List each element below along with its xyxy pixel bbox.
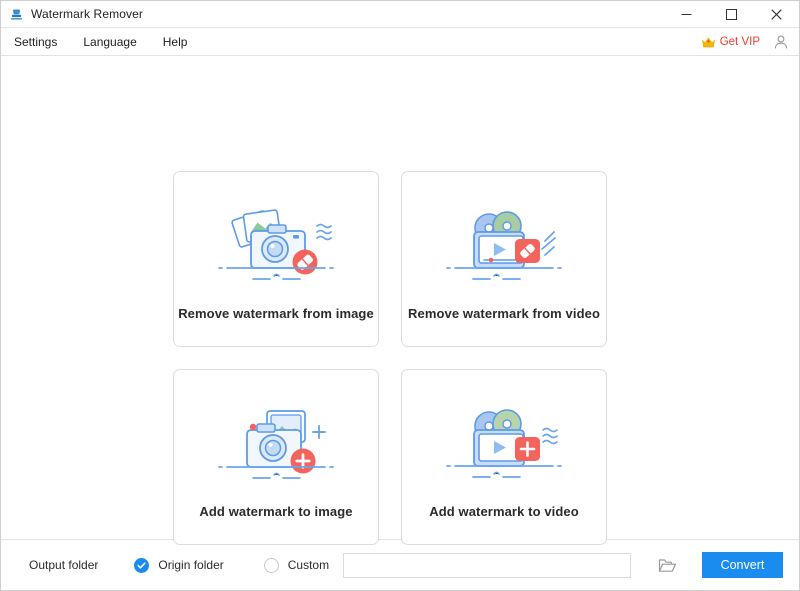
main-content: Remove watermark from image <box>1 56 799 539</box>
get-vip-label: Get VIP <box>720 36 760 48</box>
minimize-button[interactable] <box>664 1 709 27</box>
card-label: Add watermark to video <box>429 504 579 519</box>
feature-card-grid: Remove watermark from image <box>173 171 607 545</box>
card-label: Remove watermark from image <box>178 306 374 321</box>
camera-add-watermark-icon <box>213 400 339 486</box>
menubar-right: Get VIP <box>701 28 789 55</box>
radio-label-custom: Custom <box>288 558 329 572</box>
card-label: Remove watermark from video <box>408 306 600 321</box>
radio-custom[interactable]: Custom <box>264 558 329 573</box>
video-remove-watermark-icon <box>441 202 567 288</box>
card-remove-watermark-from-image[interactable]: Remove watermark from image <box>173 171 379 347</box>
crown-icon <box>701 36 716 48</box>
output-path-input[interactable] <box>343 553 631 578</box>
card-add-watermark-to-image[interactable]: Add watermark to image <box>173 369 379 545</box>
convert-button[interactable]: Convert <box>702 552 783 578</box>
titlebar: Watermark Remover <box>1 1 799 28</box>
titlebar-left: Watermark Remover <box>1 7 143 22</box>
bottom-bar: Output folder Origin folder Custom <box>1 539 799 590</box>
card-label: Add watermark to image <box>199 504 352 519</box>
radio-unchecked-icon <box>264 558 279 573</box>
menu-item-settings[interactable]: Settings <box>11 33 60 51</box>
radio-origin-folder[interactable]: Origin folder <box>134 558 223 573</box>
radio-label-origin-folder: Origin folder <box>158 558 223 572</box>
camera-remove-watermark-icon <box>213 202 339 288</box>
menu-item-help[interactable]: Help <box>160 33 191 51</box>
output-folder-radio-group: Origin folder Custom <box>134 558 329 573</box>
video-add-watermark-icon <box>441 400 567 486</box>
account-button[interactable] <box>773 34 789 50</box>
stamp-icon <box>9 7 24 22</box>
output-folder-label: Output folder <box>29 558 98 572</box>
window-controls <box>664 1 799 27</box>
close-button[interactable] <box>754 1 799 27</box>
card-remove-watermark-from-video[interactable]: Remove watermark from video <box>401 171 607 347</box>
app-title: Watermark Remover <box>31 7 143 21</box>
menu-items: Settings Language Help <box>1 33 190 51</box>
get-vip-button[interactable]: Get VIP <box>701 36 760 48</box>
menubar: Settings Language Help Get VIP <box>1 28 799 56</box>
folder-open-icon[interactable] <box>657 554 678 576</box>
app-window: Watermark Remover Settings La <box>0 0 800 591</box>
card-add-watermark-to-video[interactable]: Add watermark to video <box>401 369 607 545</box>
maximize-button[interactable] <box>709 1 754 27</box>
menu-item-language[interactable]: Language <box>80 33 139 51</box>
radio-checked-icon <box>134 558 149 573</box>
